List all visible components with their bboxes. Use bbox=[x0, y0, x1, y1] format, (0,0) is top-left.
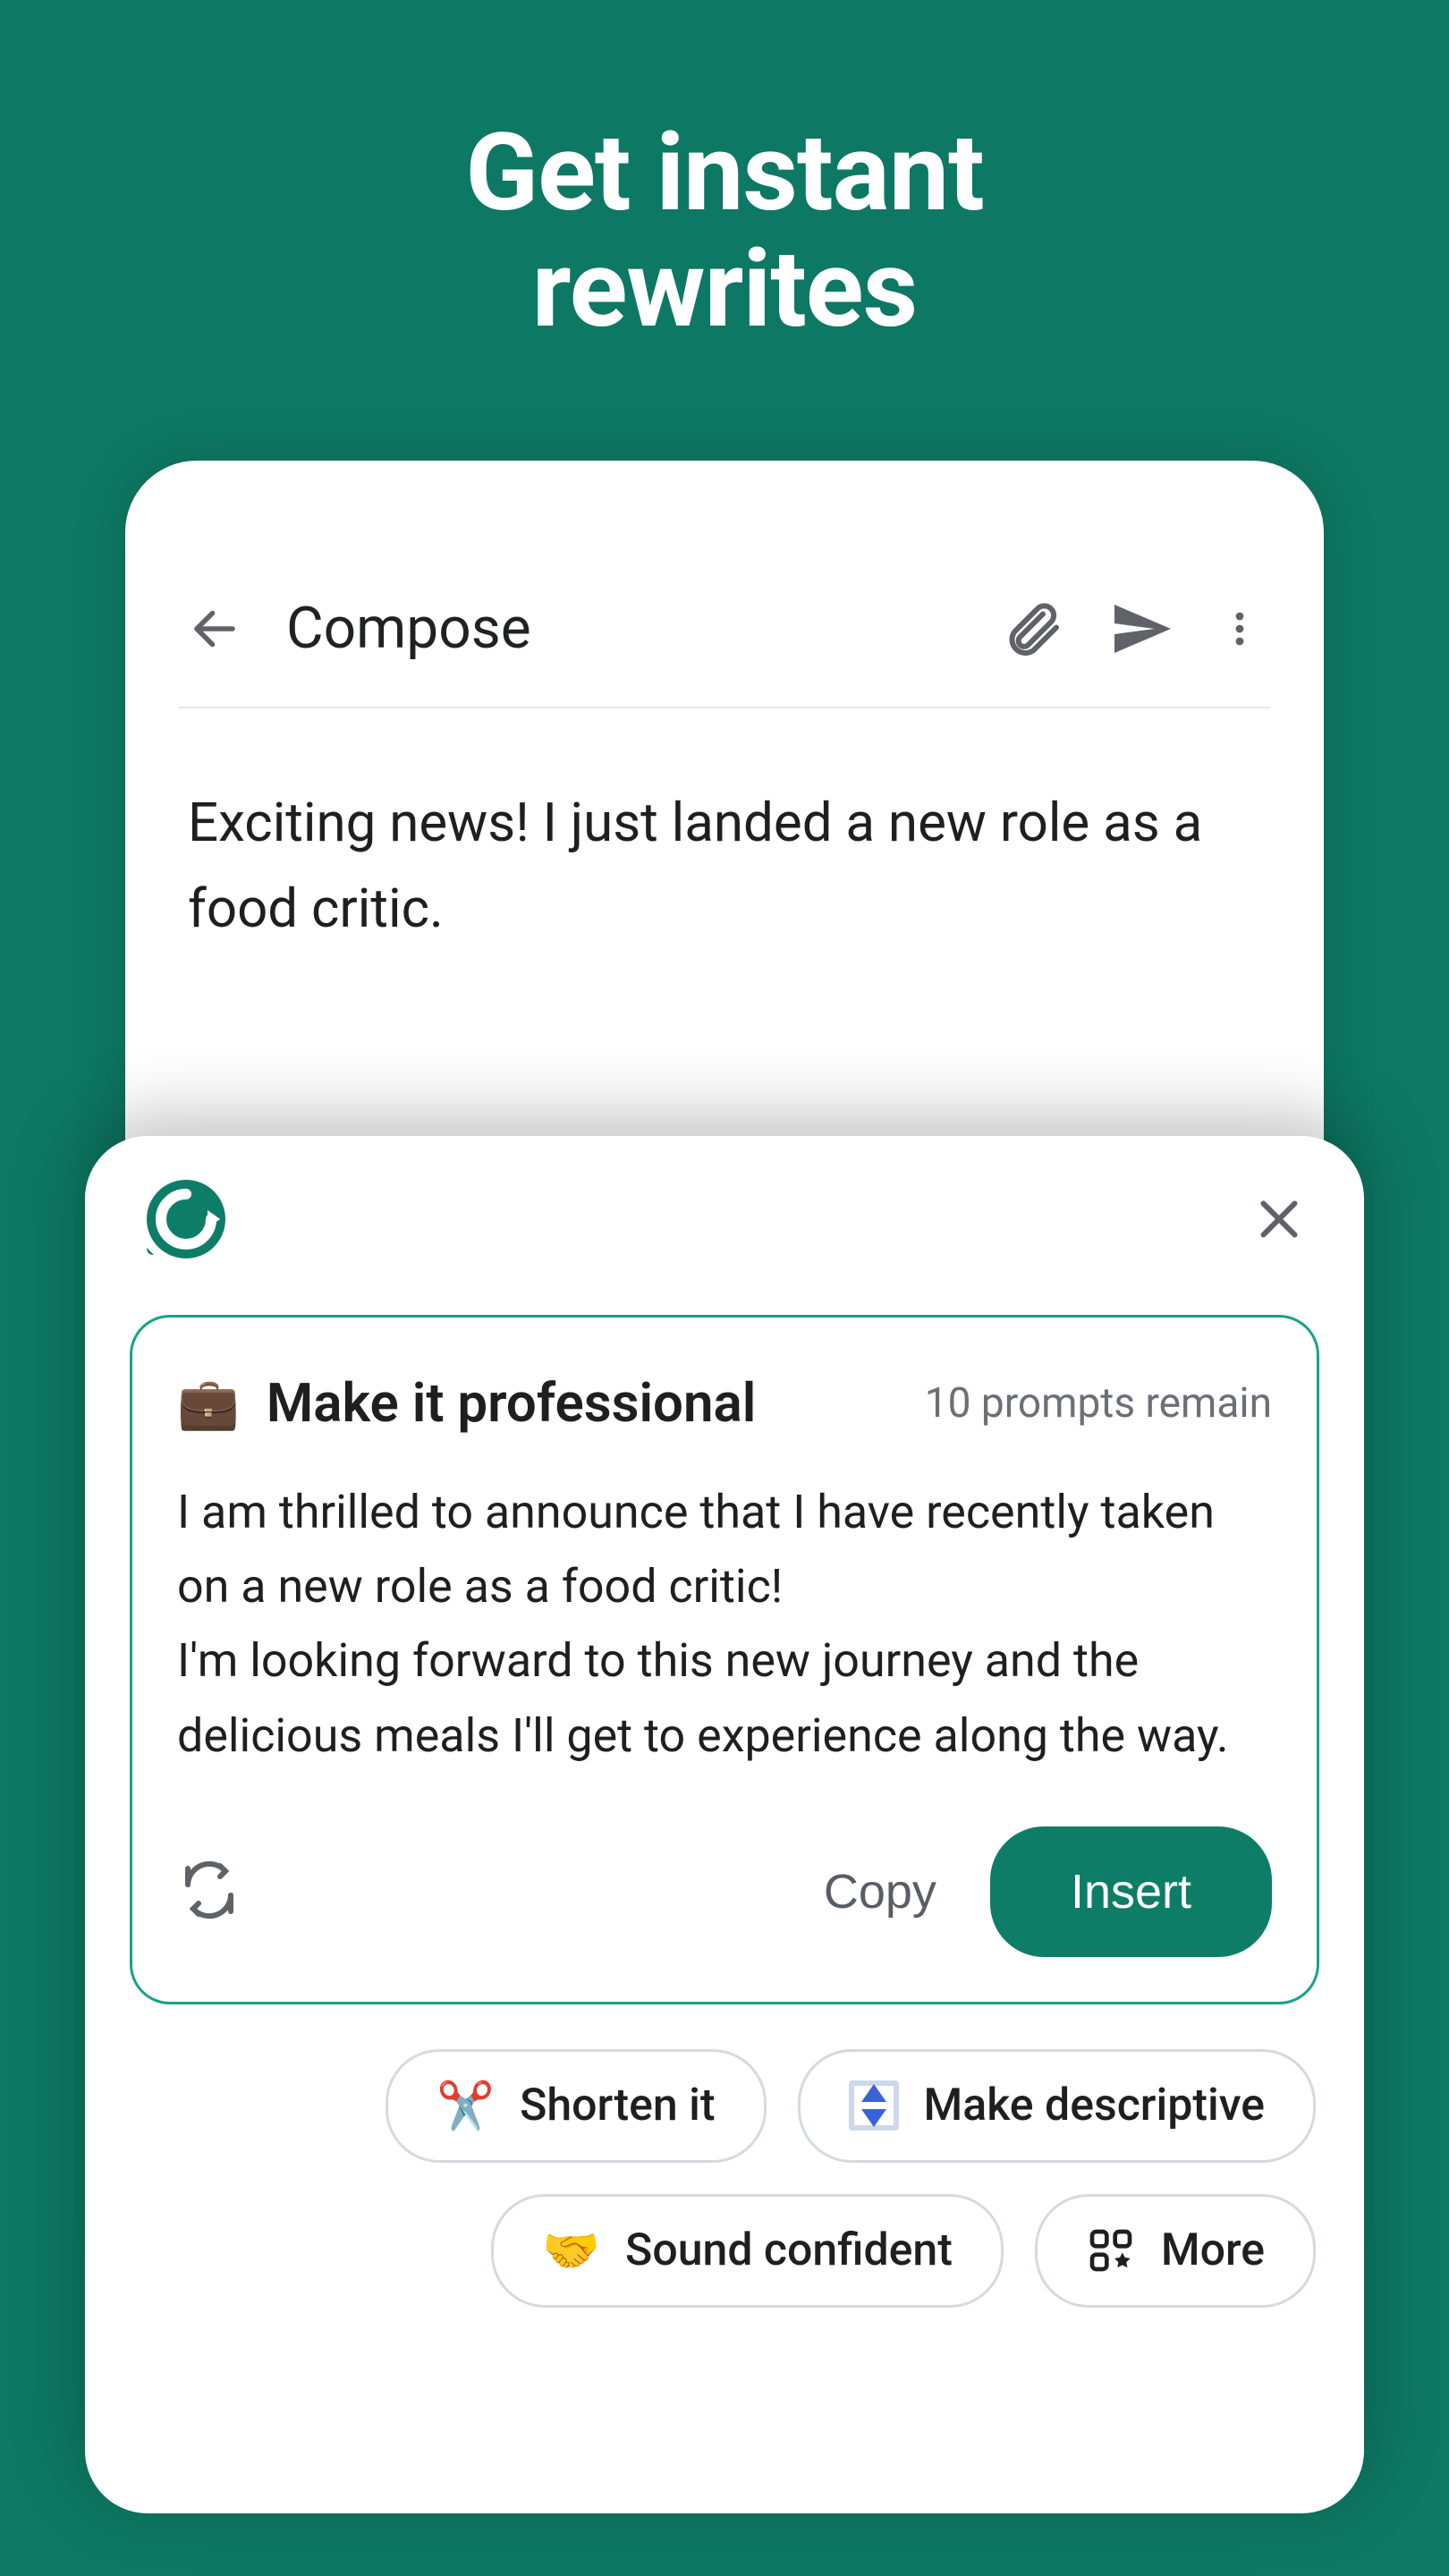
overflow-icon[interactable] bbox=[1218, 602, 1261, 656]
compose-title: Compose bbox=[286, 595, 955, 662]
close-icon[interactable] bbox=[1252, 1192, 1306, 1250]
chip-confident-label: Sound confident bbox=[625, 2224, 953, 2276]
prompts-remaining: 10 prompts remain bbox=[925, 1379, 1272, 1428]
rewrite-result-card: 💼 Make it professional 10 prompts remain… bbox=[130, 1315, 1319, 2004]
chip-descriptive-label: Make descriptive bbox=[924, 2080, 1265, 2131]
chip-more-label: More bbox=[1161, 2224, 1265, 2276]
result-header: 💼 Make it professional 10 prompts remain bbox=[177, 1371, 1272, 1435]
briefcase-icon: 💼 bbox=[177, 1374, 240, 1433]
grammarly-logo-icon bbox=[143, 1176, 233, 1266]
compose-body-text[interactable]: Exciting news! I just landed a new role … bbox=[179, 708, 1270, 952]
headline-line-1: Get instant bbox=[0, 116, 1449, 233]
copy-button[interactable]: Copy bbox=[824, 1864, 936, 1919]
scissors-icon: ✂️ bbox=[436, 2079, 495, 2133]
headline-line-2: rewrites bbox=[0, 233, 1449, 349]
grid-more-icon bbox=[1086, 2225, 1136, 2275]
refresh-icon[interactable] bbox=[177, 1858, 242, 1926]
marketing-headline: Get instant rewrites bbox=[0, 0, 1449, 348]
chip-shorten[interactable]: ✂️ Shorten it bbox=[386, 2049, 766, 2163]
result-paragraph-2: I'm looking forward to this new journey … bbox=[177, 1623, 1272, 1772]
expand-arrows-icon bbox=[849, 2080, 899, 2131]
chip-make-descriptive[interactable]: Make descriptive bbox=[798, 2049, 1316, 2163]
back-icon[interactable] bbox=[188, 602, 242, 656]
rewrite-result-text: I am thrilled to announce that I have re… bbox=[177, 1475, 1272, 1773]
send-icon[interactable] bbox=[1109, 597, 1174, 661]
chip-sound-confident[interactable]: 🤝 Sound confident bbox=[491, 2194, 1004, 2308]
suggestion-chips: ✂️ Shorten it Make descriptive 🤝 Sound c… bbox=[130, 2049, 1319, 2308]
insert-button[interactable]: Insert bbox=[990, 1826, 1272, 1957]
rewrite-panel-header bbox=[130, 1176, 1319, 1266]
result-paragraph-1: I am thrilled to announce that I have re… bbox=[177, 1475, 1272, 1623]
handshake-icon: 🤝 bbox=[542, 2224, 600, 2278]
attach-icon[interactable] bbox=[1000, 597, 1064, 661]
chip-more[interactable]: More bbox=[1035, 2194, 1316, 2308]
rewrite-mode-title: Make it professional bbox=[267, 1371, 757, 1435]
result-actions: Copy Insert bbox=[177, 1826, 1272, 1957]
rewrite-panel: 💼 Make it professional 10 prompts remain… bbox=[85, 1136, 1364, 2513]
compose-header: Compose bbox=[179, 595, 1270, 708]
chip-shorten-label: Shorten it bbox=[520, 2080, 715, 2131]
